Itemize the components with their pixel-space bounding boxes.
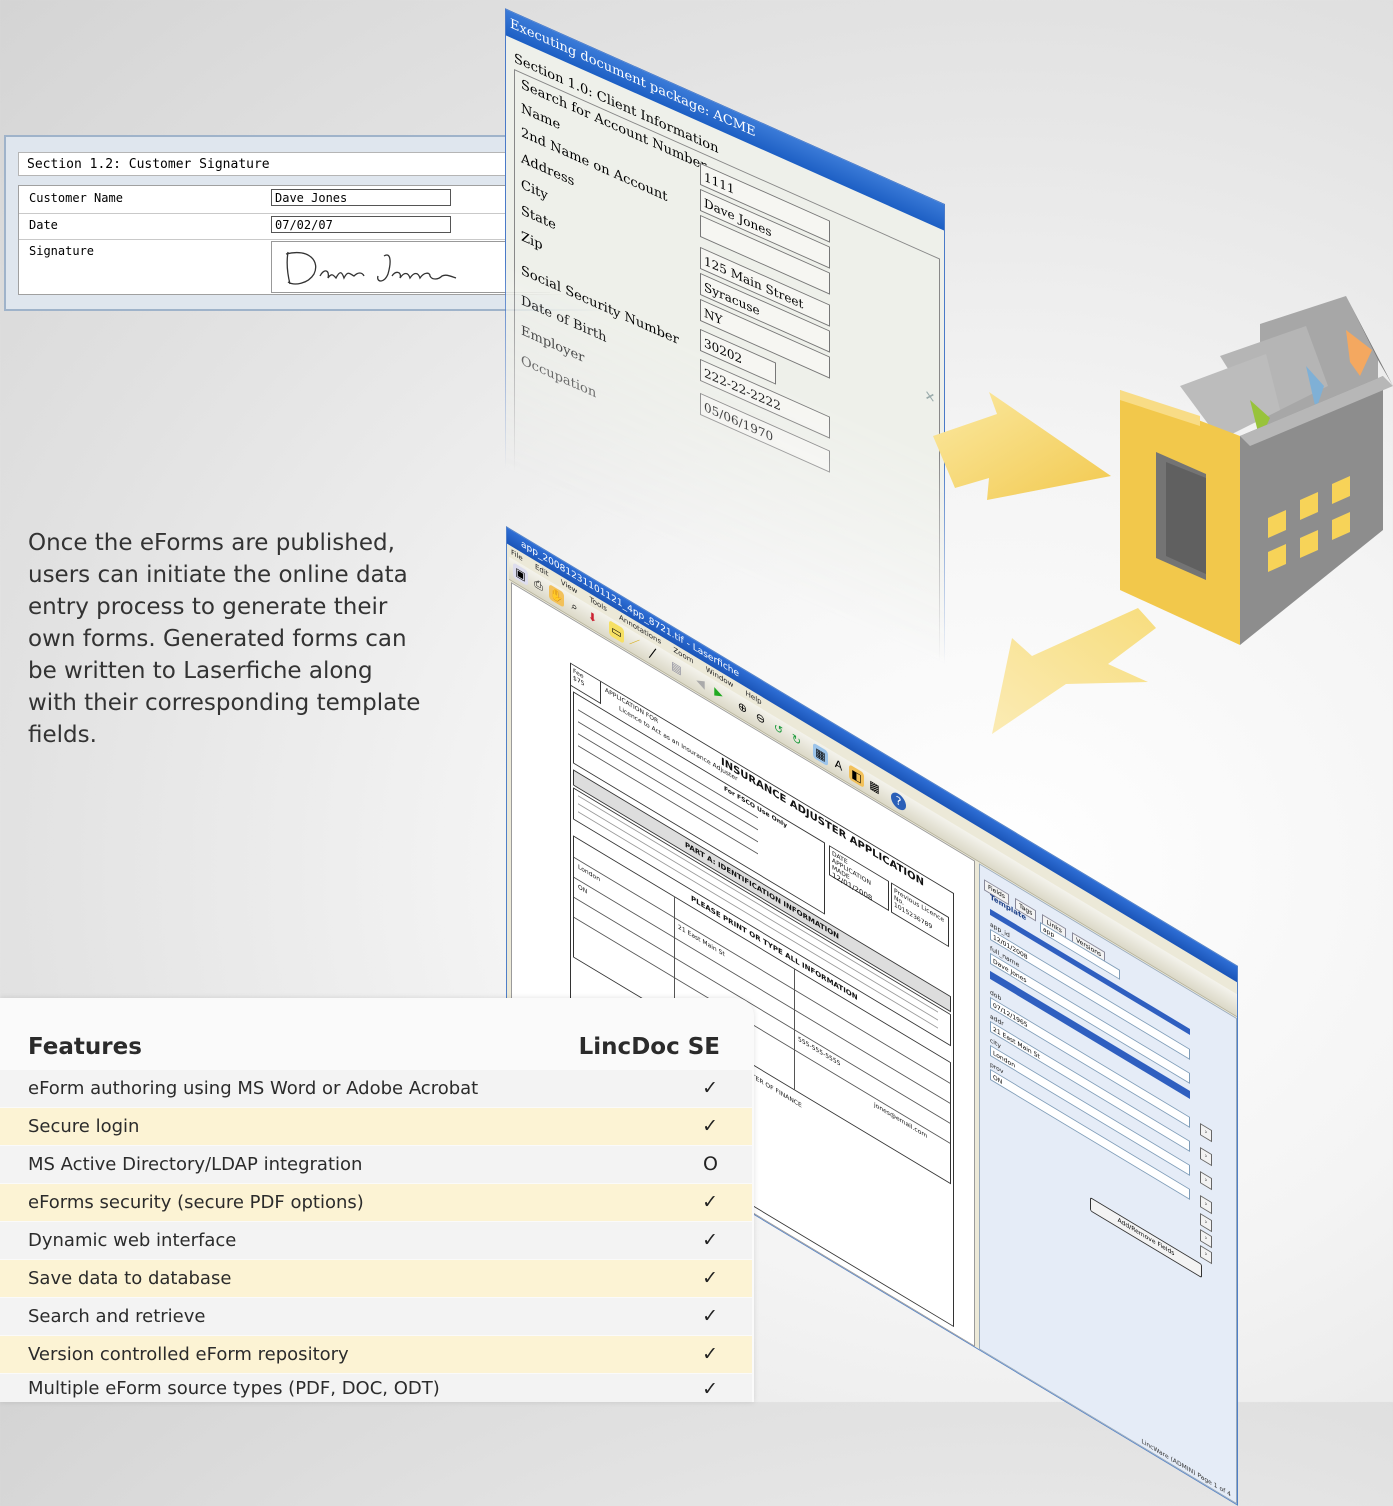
- handwritten-signature-image: [285, 251, 457, 285]
- signature-label: Signature: [29, 244, 95, 258]
- state-label: State: [521, 203, 556, 234]
- feature-name: Dynamic web interface: [28, 1230, 237, 1251]
- feature-name: Secure login: [28, 1116, 140, 1137]
- feature-row: Multiple eForm source types (PDF, DOC, O…: [0, 1374, 752, 1402]
- date-label: Date: [29, 218, 58, 232]
- add-remove-fields-button[interactable]: Add/Remove Fields: [1090, 1196, 1202, 1279]
- field-dob-button[interactable]: ›: [1200, 1122, 1212, 1143]
- features-table-header: Features LincDoc SE: [28, 1034, 720, 1066]
- document-factory-icon: [1120, 296, 1393, 645]
- customer-name-field[interactable]: Dave Jones: [271, 189, 451, 206]
- feature-row: MS Active Directory/LDAP integration O: [0, 1146, 752, 1183]
- feature-name: Version controlled eForm repository: [28, 1344, 349, 1365]
- feature-name: eForm authoring using MS Word or Adobe A…: [28, 1078, 479, 1099]
- feature-support-mark: ✓: [702, 1378, 718, 1400]
- feature-name: Search and retrieve: [28, 1306, 206, 1327]
- feature-support-mark: ✓: [702, 1191, 718, 1213]
- feature-row: Dynamic web interface ✓: [0, 1222, 752, 1259]
- occupation-label: Occupation: [521, 353, 597, 402]
- date-field[interactable]: 07/02/07: [271, 216, 451, 233]
- previous-licence-box: Previous Licence No. 1015236789: [891, 882, 949, 948]
- features-table: Features LincDoc SE eForm authoring usin…: [0, 998, 754, 1402]
- arrow-into-factory-icon: [933, 392, 1111, 500]
- lincdoc-se-column-header: LincDoc SE: [578, 1034, 720, 1060]
- feature-name: Save data to database: [28, 1268, 232, 1289]
- feature-row: Secure login ✓: [0, 1108, 752, 1145]
- customer-name-label: Customer Name: [29, 191, 123, 205]
- field-addr-button[interactable]: ›: [1200, 1146, 1212, 1167]
- feature-support-mark: ✓: [702, 1343, 718, 1365]
- field-extra-button-3[interactable]: ›: [1200, 1244, 1212, 1265]
- field-city-button[interactable]: ›: [1200, 1170, 1212, 1191]
- city-label: City: [521, 177, 548, 205]
- feature-support-mark: ✓: [702, 1267, 718, 1289]
- feature-support-mark: ✓: [702, 1229, 718, 1251]
- feature-name: Multiple eForm source types (PDF, DOC, O…: [28, 1378, 440, 1399]
- feature-row: Save data to database ✓: [0, 1260, 752, 1297]
- feature-row: eForms security (secure PDF options) ✓: [0, 1184, 752, 1221]
- feature-name: MS Active Directory/LDAP integration: [28, 1154, 363, 1175]
- feature-row: Version controlled eForm repository ✓: [0, 1336, 752, 1373]
- features-column-header: Features: [28, 1034, 142, 1060]
- feature-support-mark: ✓: [702, 1077, 718, 1099]
- field-prov-button[interactable]: ›: [1200, 1194, 1212, 1215]
- feature-row: Search and retrieve ✓: [0, 1298, 752, 1335]
- doc-email-value: jones@email.com: [874, 1101, 928, 1141]
- intro-paragraph: Once the eForms are published, users can…: [28, 530, 421, 748]
- feature-support-mark: O: [703, 1153, 718, 1175]
- feature-name: eForms security (secure PDF options): [28, 1192, 364, 1213]
- doc-phone-value: 555-555-5555: [798, 1035, 841, 1068]
- feature-support-mark: ✓: [702, 1115, 718, 1137]
- feature-row: eForm authoring using MS Word or Adobe A…: [0, 1070, 752, 1107]
- zip-label: Zip: [521, 229, 543, 254]
- feature-support-mark: ✓: [702, 1305, 718, 1327]
